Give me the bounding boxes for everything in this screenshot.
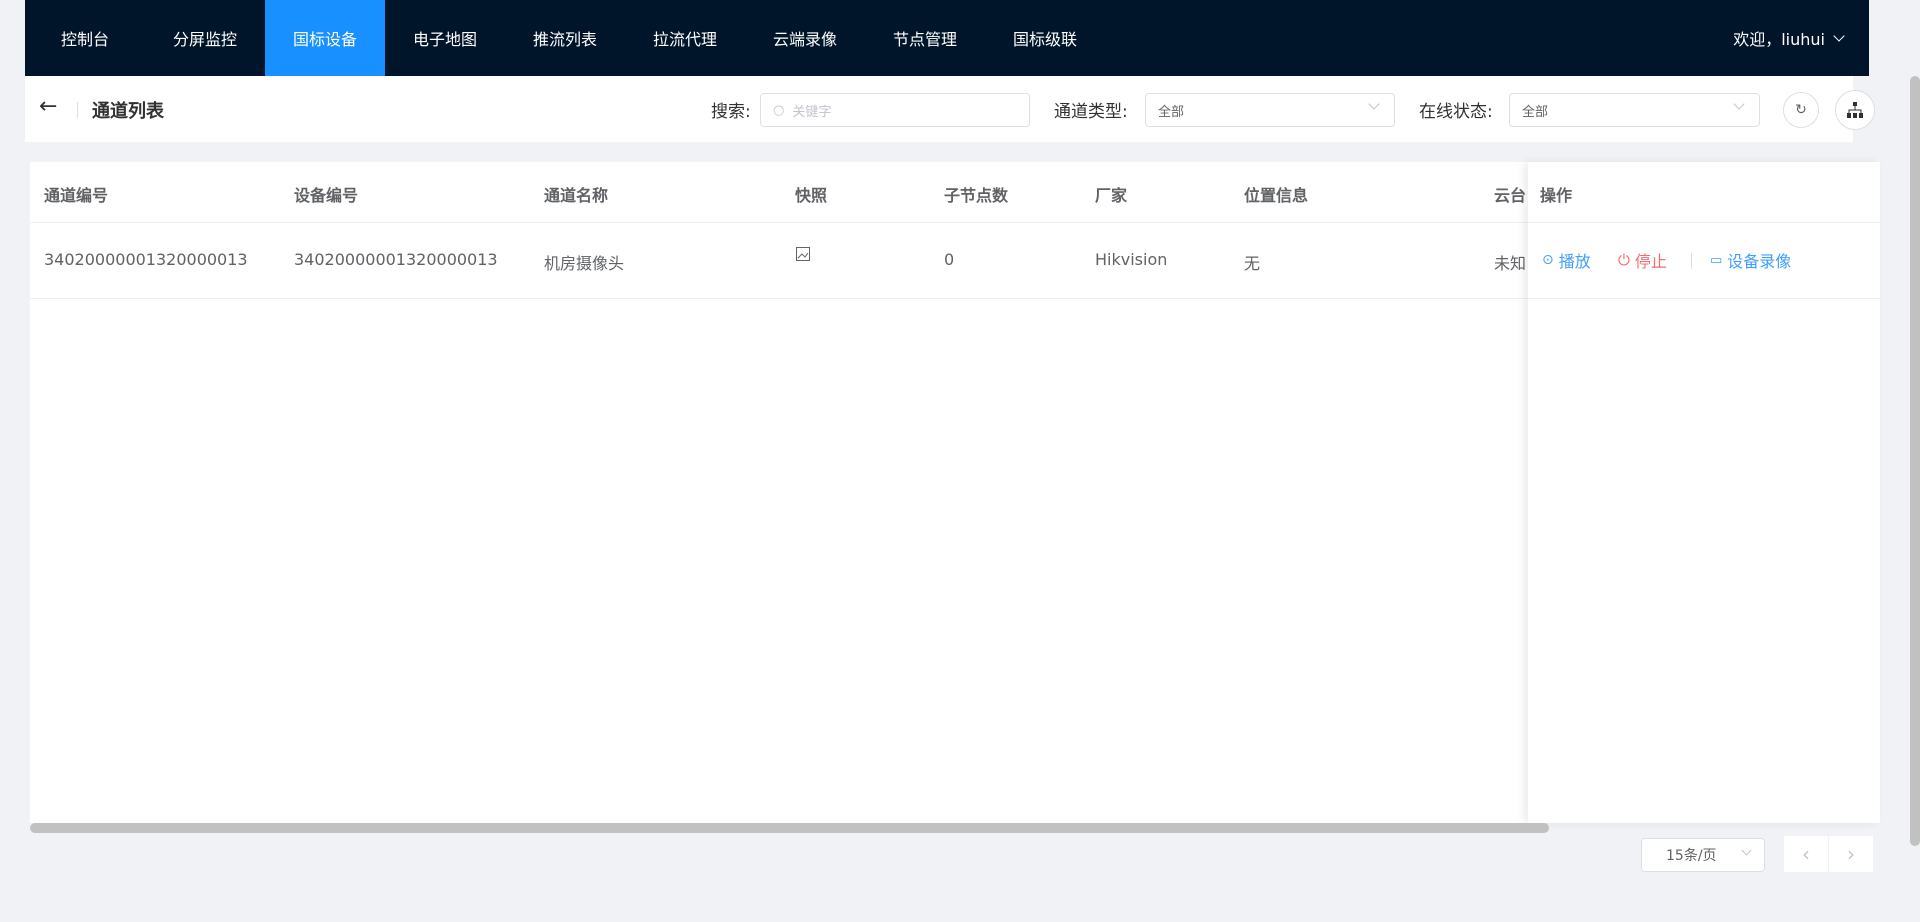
header-divider [1528, 222, 1880, 223]
cell-child-count: 0 [944, 250, 955, 269]
cell-device-id: 34020000001320000013 [294, 250, 498, 269]
power-icon: ⏻ [1618, 251, 1630, 269]
online-status-value: 全部 [1522, 104, 1549, 120]
device-record-button[interactable]: ▭ 设备录像 [1710, 248, 1791, 272]
refresh-button[interactable]: ↻ [1783, 92, 1819, 128]
chevron-down-icon [1833, 30, 1845, 42]
actions-column: 操作 ⊙ 播放 ⏻ 停止 ▭ 设备录像 [1528, 162, 1880, 823]
cell-vendor: Hikvision [1095, 250, 1168, 269]
chevron-down-icon [1368, 98, 1380, 110]
back-arrow-icon[interactable]: ← [39, 94, 57, 119]
col-snapshot: 快照 [795, 186, 828, 205]
prev-page-button[interactable]: ‹ [1784, 836, 1828, 872]
chevron-down-icon [1733, 98, 1745, 110]
next-page-button[interactable]: › [1829, 836, 1873, 872]
video-camera-icon: ▭ [1710, 252, 1723, 268]
top-nav: 控制台 分屏监控 国标设备 电子地图 推流列表 拉流代理 云端录像 节点管理 国… [25, 0, 1869, 76]
col-actions: 操作 [1540, 186, 1573, 205]
nav-pull-proxy[interactable]: 拉流代理 [625, 0, 745, 76]
device-record-label: 设备录像 [1727, 252, 1792, 271]
col-device-id: 设备编号 [294, 186, 359, 205]
col-channel-name: 通道名称 [544, 186, 609, 205]
horizontal-scrollbar[interactable] [30, 823, 1549, 833]
page-size-value: 15条/页 [1666, 848, 1717, 864]
channel-type-label: 通道类型: [1054, 102, 1128, 122]
nav-push-list[interactable]: 推流列表 [505, 0, 625, 76]
refresh-icon: ↻ [1795, 102, 1807, 118]
stop-label: 停止 [1634, 252, 1667, 271]
search-icon: ○ [773, 102, 785, 118]
play-button[interactable]: ⊙ 播放 [1542, 248, 1591, 272]
nav-gb-cascade[interactable]: 国标级联 [985, 0, 1105, 76]
col-channel-id: 通道编号 [44, 186, 109, 205]
nav-split-monitor[interactable]: 分屏监控 [145, 0, 265, 76]
row-divider [1528, 298, 1880, 299]
chevron-right-icon: › [1847, 842, 1855, 866]
vertical-scrollbar[interactable] [1910, 76, 1920, 846]
col-ptz: 云台 [1494, 186, 1527, 205]
chevron-down-icon [1741, 845, 1752, 856]
nav-map[interactable]: 电子地图 [385, 0, 505, 76]
search-label: 搜索: [711, 102, 751, 122]
action-divider [1691, 253, 1692, 269]
nav-gb-devices[interactable]: 国标设备 [265, 0, 385, 76]
org-tree-icon [1847, 102, 1863, 118]
nav-cloud-record[interactable]: 云端录像 [745, 0, 865, 76]
channel-type-value: 全部 [1158, 104, 1185, 120]
cell-channel-name: 机房摄像头 [544, 254, 625, 273]
play-circle-icon: ⊙ [1542, 252, 1554, 268]
stop-button[interactable]: ⏻ 停止 [1618, 248, 1667, 272]
cell-channel-id: 34020000001320000013 [44, 250, 248, 269]
user-menu[interactable]: 欢迎，liuhui [1733, 0, 1845, 76]
cell-ptz: 未知 [1494, 254, 1527, 273]
play-label: 播放 [1558, 252, 1591, 271]
cell-location: 无 [1244, 254, 1261, 273]
page-size-select[interactable]: 15条/页 [1641, 838, 1765, 872]
tree-view-button[interactable] [1835, 90, 1875, 130]
nav-dashboard[interactable]: 控制台 [25, 0, 145, 76]
col-child-count: 子节点数 [944, 186, 1009, 205]
chevron-left-icon: ‹ [1802, 842, 1810, 866]
col-location: 位置信息 [1244, 186, 1309, 205]
image-placeholder-icon[interactable] [795, 246, 811, 266]
user-welcome: 欢迎，liuhui [1733, 30, 1825, 49]
channel-table: 通道编号 设备编号 通道名称 快照 子节点数 厂家 位置信息 云台 340200… [30, 162, 1880, 823]
online-status-label: 在线状态: [1419, 102, 1493, 122]
search-placeholder: 关键字 [792, 104, 832, 120]
online-status-select[interactable]: 全部 [1509, 93, 1760, 127]
nav-node-manage[interactable]: 节点管理 [865, 0, 985, 76]
channel-type-select[interactable]: 全部 [1145, 93, 1395, 127]
divider [77, 102, 78, 118]
search-input[interactable]: ○ 关键字 [760, 93, 1030, 127]
page-header: ← 通道列表 搜索: ○ 关键字 通道类型: 全部 在线状态: 全部 ↻ [25, 76, 1875, 142]
page-title: 通道列表 [92, 101, 164, 122]
col-vendor: 厂家 [1095, 186, 1128, 205]
